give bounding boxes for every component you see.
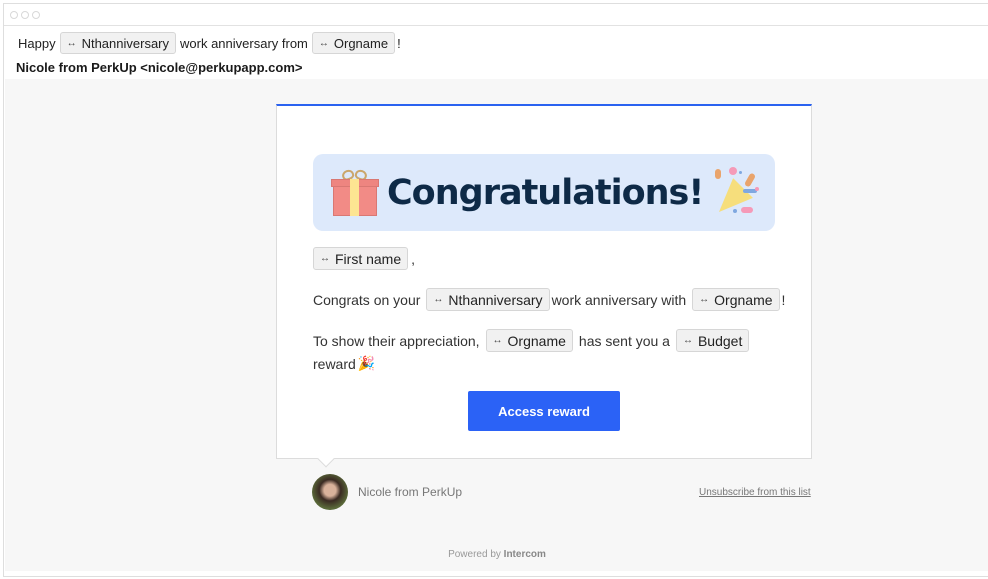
code-arrows-icon: ↔	[318, 37, 329, 49]
party-popper-icon	[709, 166, 763, 222]
paragraph-text: reward	[313, 355, 356, 372]
chip-label: Nthanniversary	[81, 35, 170, 51]
greeting-comma: ,	[411, 250, 416, 267]
variable-chip-orgname[interactable]: ↔ Orgname	[311, 32, 396, 54]
greeting-line: ↔ First name ,	[313, 247, 415, 270]
sender-avatar	[312, 474, 348, 510]
variable-chip-nthanniversary[interactable]: ↔ Nthanniversary	[59, 32, 177, 54]
subject-suffix: !	[397, 35, 401, 51]
code-arrows-icon: ↔	[492, 335, 503, 346]
chip-label: First name	[335, 250, 402, 267]
maximize-window-button[interactable]	[32, 10, 40, 19]
powered-prefix: Powered by	[448, 549, 501, 560]
chip-label: Orgname	[333, 35, 389, 51]
code-arrows-icon: ↔	[682, 335, 693, 346]
card-pointer	[317, 450, 335, 468]
powered-by: Powered by Intercom	[5, 549, 988, 560]
variable-chip-orgname[interactable]: ↔ Orgname	[485, 329, 573, 352]
subject-prefix: Happy	[18, 35, 56, 51]
email-body-background: Congratulations! ↔ First name , Congrats…	[5, 79, 988, 571]
minimize-window-button[interactable]	[21, 10, 29, 19]
appreciation-paragraph: To show their appreciation, ↔ Orgname ha…	[313, 329, 755, 352]
party-popper-emoji-icon: 🎉	[357, 355, 376, 371]
code-arrows-icon: ↔	[433, 294, 443, 305]
paragraph-text: !	[781, 291, 786, 308]
banner-title: Congratulations!	[387, 172, 704, 213]
chip-label: Budget	[697, 332, 743, 349]
congrats-paragraph: Congrats on your ↔ Nthanniversary work a…	[313, 288, 785, 311]
powered-brand: Intercom	[503, 549, 546, 560]
title-bar	[4, 4, 988, 26]
appreciation-paragraph-continued: reward 🎉	[313, 355, 375, 372]
subject-middle: work anniversary from	[180, 35, 308, 51]
code-arrows-icon: ↔	[66, 37, 77, 49]
close-window-button[interactable]	[10, 10, 18, 19]
paragraph-text: To show their appreciation,	[313, 332, 480, 349]
message-card: Congratulations! ↔ First name , Congrats…	[276, 104, 812, 468]
paragraph-text: Congrats on your	[313, 291, 421, 308]
gift-icon	[331, 167, 379, 217]
congratulations-banner: Congratulations!	[313, 154, 775, 231]
paragraph-text: work anniversary with	[551, 291, 687, 308]
email-window: Happy ↔ Nthanniversary work anniversary …	[3, 3, 988, 577]
variable-chip-orgname[interactable]: ↔ Orgname	[692, 288, 780, 311]
code-arrows-icon: ↔	[320, 253, 330, 264]
variable-chip-first-name[interactable]: ↔ First name	[313, 247, 409, 270]
paragraph-text: has sent you a	[578, 332, 670, 349]
access-reward-button[interactable]: Access reward	[468, 391, 620, 431]
chip-label: Orgname	[507, 332, 566, 349]
sender-address: Nicole from PerkUp <nicole@perkupapp.com…	[16, 60, 303, 75]
chip-label: Orgname	[714, 291, 773, 308]
sender-name: Nicole from PerkUp	[358, 485, 463, 499]
variable-chip-budget[interactable]: ↔ Budget	[675, 329, 750, 352]
sender-signature: Nicole from PerkUp	[312, 474, 462, 510]
chip-label: Nthanniversary	[448, 291, 543, 308]
unsubscribe-link[interactable]: Unsubscribe from this list	[699, 487, 811, 498]
email-subject: Happy ↔ Nthanniversary work anniversary …	[14, 31, 405, 55]
code-arrows-icon: ↔	[699, 294, 709, 305]
variable-chip-nthanniversary[interactable]: ↔ Nthanniversary	[426, 288, 550, 311]
